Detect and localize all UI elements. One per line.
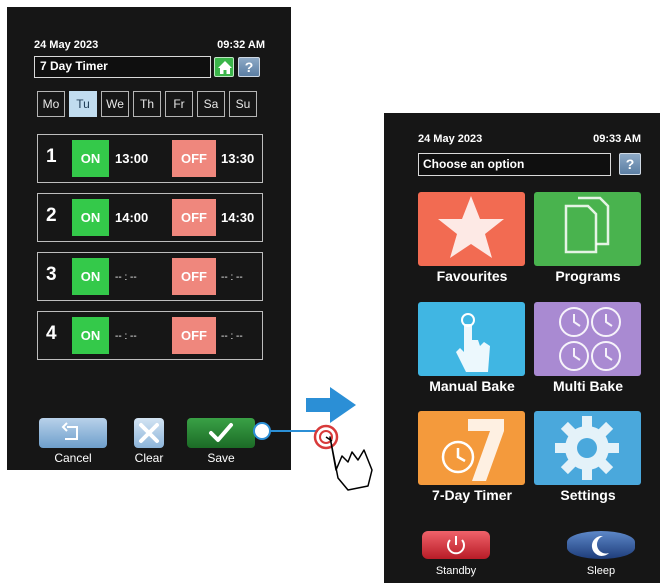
- seven-day-timer-tile[interactable]: [418, 411, 525, 485]
- time-display: 09:33 AM: [593, 133, 641, 145]
- favourites-label: Favourites: [436, 268, 508, 284]
- multi-clock-icon: [559, 307, 621, 371]
- main-menu-screen: 24 May 2023 09:33 AM Choose an option ? …: [384, 113, 660, 583]
- favourites-tile[interactable]: [418, 192, 525, 266]
- programs-tile[interactable]: [534, 192, 641, 266]
- sleep-button[interactable]: [567, 531, 635, 559]
- seven-day-timer-label: 7-Day Timer: [432, 487, 512, 503]
- arrow-right-icon: [306, 387, 356, 423]
- manual-bake-tile[interactable]: [418, 302, 525, 376]
- multi-bake-label: Multi Bake: [552, 378, 623, 394]
- date-display: 24 May 2023: [418, 133, 483, 145]
- moon-icon: [591, 535, 609, 556]
- gear-icon: [555, 416, 619, 480]
- hand-pointer-icon: [456, 313, 490, 372]
- hand-tap-icon: [313, 424, 373, 491]
- screen-title: Choose an option: [418, 153, 611, 176]
- settings-tile[interactable]: [534, 411, 641, 485]
- power-icon: [447, 536, 465, 555]
- manual-bake-label: Manual Bake: [429, 378, 515, 394]
- standby-button[interactable]: [422, 531, 490, 559]
- programs-label: Programs: [555, 268, 621, 284]
- sleep-label: Sleep: [586, 565, 616, 577]
- settings-label: Settings: [560, 487, 616, 503]
- star-icon: [438, 196, 504, 258]
- help-button[interactable]: ?: [619, 153, 641, 175]
- multi-bake-tile[interactable]: [534, 302, 641, 376]
- tap-line: [253, 422, 318, 440]
- seven-clock-icon: [441, 419, 504, 481]
- standby-label: Standby: [435, 565, 477, 577]
- documents-icon: [564, 196, 610, 254]
